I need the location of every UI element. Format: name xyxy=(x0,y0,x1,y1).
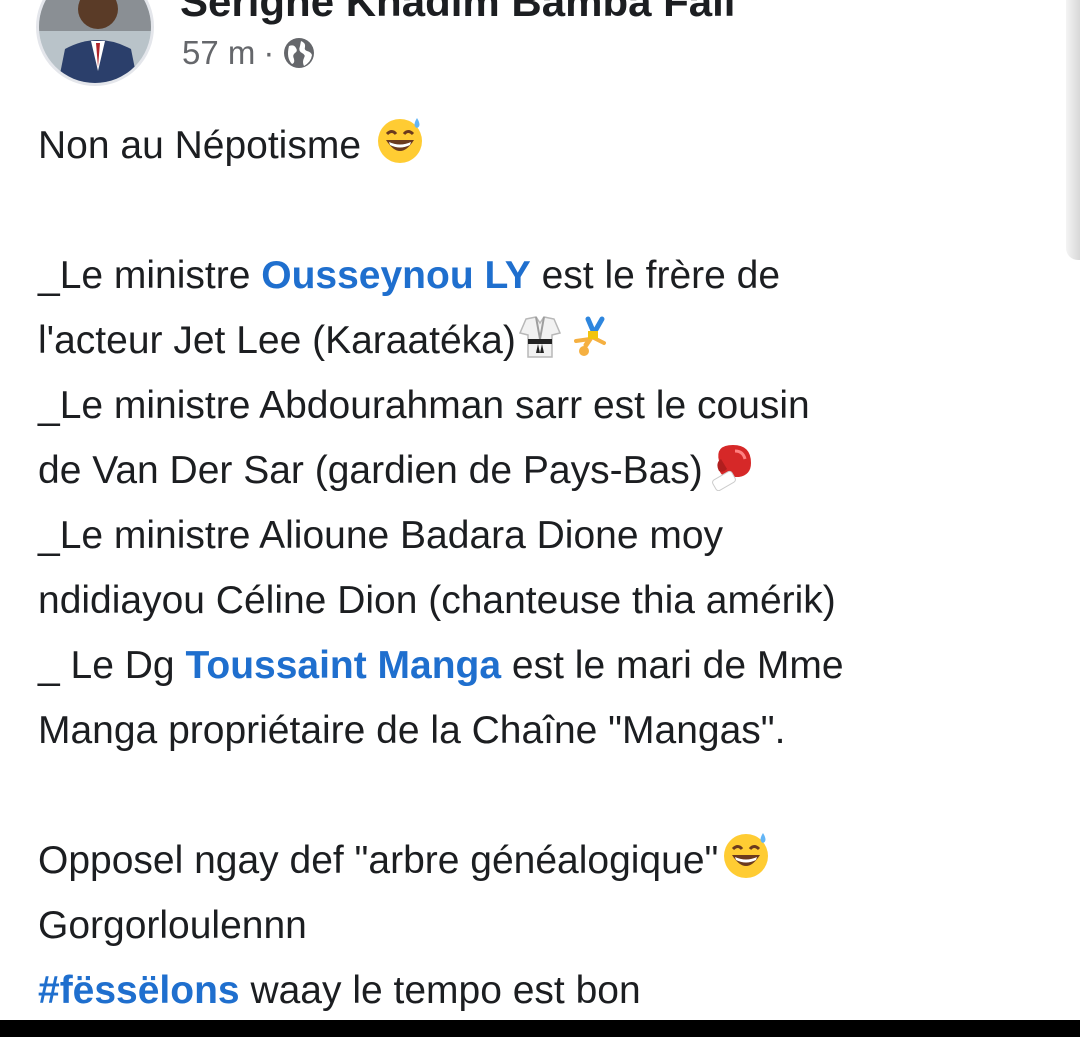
mention-link[interactable]: Ousseynou LY xyxy=(261,254,530,297)
post-text: est le mari de Mme xyxy=(501,644,844,687)
post-line: _Le ministre Ousseynou LY est le frère d… xyxy=(38,243,1058,308)
post-text: Non au Népotisme xyxy=(38,124,362,167)
cartwheel-emoji xyxy=(573,316,606,356)
mention-link[interactable]: Toussaint Manga xyxy=(185,644,501,687)
post-line: l'acteur Jet Lee (Karaatéka) xyxy=(38,308,1058,373)
post-text: l'acteur Jet Lee (Karaatéka) xyxy=(38,319,516,362)
facebook-post: Serigne Khadim Bamba Fall 57 m · Non au … xyxy=(0,0,1080,1020)
post-line: _ Le Dg Toussaint Manga est le mari de M… xyxy=(38,633,1058,698)
post-header: Serigne Khadim Bamba Fall 57 m · xyxy=(0,0,1080,260)
post-line: Non au Népotisme xyxy=(38,113,1058,178)
post-line: Gorgorloulennn xyxy=(38,904,307,947)
post-meta: 57 m · xyxy=(182,33,316,73)
post-line: ndidiayou Céline Dion (chanteuse thia am… xyxy=(38,579,836,622)
post-line: _Le ministre Alioune Badara Dione moy xyxy=(38,514,724,557)
post-line: de Van Der Sar (gardien de Pays-Bas) xyxy=(38,438,1058,503)
bottom-edge-bar xyxy=(0,1020,1080,1037)
post-text: waay le tempo est bon xyxy=(239,969,641,1012)
post-line: #fëssëlons waay le tempo est bon xyxy=(38,958,1058,1023)
post-text: _Le ministre xyxy=(38,254,262,297)
author-name[interactable]: Serigne Khadim Bamba Fall xyxy=(180,0,735,26)
globe-icon[interactable] xyxy=(282,36,316,70)
post-line: Manga propriétaire de la Chaîne "Mangas"… xyxy=(38,709,786,752)
post-timestamp[interactable]: 57 m xyxy=(182,33,255,73)
post-text: est le frère de xyxy=(530,254,781,297)
post-text: _ Le Dg xyxy=(38,644,186,687)
post-line: _Le ministre Abdourahman sarr est le cou… xyxy=(38,384,810,427)
author-avatar[interactable] xyxy=(36,0,154,86)
boxing-glove-emoji xyxy=(711,445,751,491)
grinning-sweat-emoji xyxy=(724,833,769,878)
post-text: de Van Der Sar (gardien de Pays-Bas) xyxy=(38,449,703,492)
meta-separator: · xyxy=(263,34,275,71)
martial-arts-uniform-emoji xyxy=(518,316,561,358)
post-body: Non au Népotisme _Le ministre Ousseynou … xyxy=(38,113,1058,1023)
profile-photo-icon xyxy=(39,0,151,83)
post-line: Opposel ngay def "arbre généalogique" xyxy=(38,828,1058,893)
scroll-edge xyxy=(1066,0,1080,260)
hashtag-link[interactable]: #fëssëlons xyxy=(38,969,240,1012)
grinning-sweat-emoji xyxy=(377,118,422,163)
post-text: Opposel ngay def "arbre généalogique" xyxy=(38,839,719,882)
